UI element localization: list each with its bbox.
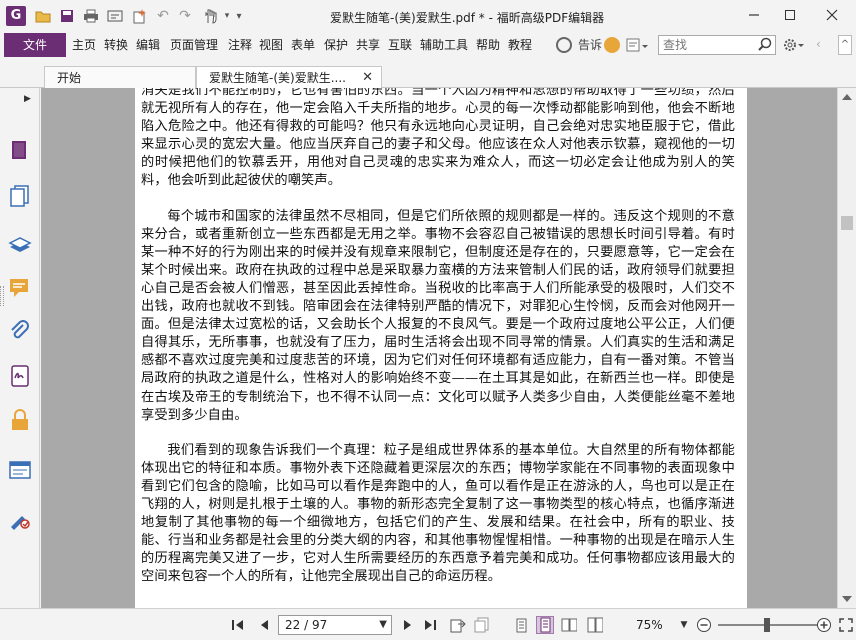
menu-tutorial[interactable]: 教程 [508, 33, 532, 57]
panel-resize-handle[interactable] [0, 286, 4, 306]
menu-connect[interactable]: 互联 [388, 33, 412, 57]
ribbon-menu-bar: 文件 主页 转换 编辑 页面管理 注释 视图 表单 保护 共享 互联 辅助工具 … [0, 33, 856, 57]
foxit-logo-icon[interactable]: G [6, 6, 26, 26]
single-page-view-icon[interactable] [512, 616, 530, 634]
find-options-icon[interactable] [626, 37, 648, 53]
lock-icon[interactable] [8, 408, 32, 432]
pdf-page: 消失是我们不能控制的，它也有害怕的东西。当一个人因为精神和思想的帮助取得了一些功… [135, 88, 747, 608]
redo-icon[interactable]: ↷ [176, 7, 194, 25]
save-icon[interactable] [58, 7, 76, 25]
comments-icon[interactable] [8, 276, 32, 300]
paragraph-3: 我们看到的现象告诉我们一个真理：粒子是组成世界体系的基本单位。大自然里的所有物体… [141, 442, 735, 585]
close-icon[interactable] [818, 4, 846, 26]
menu-protect[interactable]: 保护 [324, 33, 348, 57]
new-sparkle-icon[interactable] [130, 7, 148, 25]
continuous-view-icon[interactable] [536, 616, 554, 634]
zoom-out-icon[interactable] [696, 617, 712, 633]
last-page-icon[interactable] [422, 617, 438, 633]
document-tab-bar: 开始 爱默生随笔-(美)爱默生.... ✕ [0, 64, 856, 89]
page-dropdown-icon[interactable]: ▼ [379, 616, 387, 634]
menu-view[interactable]: 视图 [259, 33, 283, 57]
tab-document-label: 爱默生随笔-(美)爱默生.... [209, 71, 346, 85]
menu-convert[interactable]: 转换 [104, 33, 128, 57]
zoom-slider-thumb[interactable] [764, 618, 770, 632]
menu-accessibility[interactable]: 辅助工具 [420, 33, 468, 57]
facing-view-icon[interactable] [560, 616, 578, 634]
menu-home[interactable]: 主页 [72, 33, 96, 57]
menu-form[interactable]: 表单 [291, 33, 315, 57]
extract-page-icon[interactable] [450, 617, 466, 633]
ribbon-scroll-left-icon[interactable]: ‹ [816, 37, 828, 53]
print-icon[interactable] [82, 7, 100, 25]
ribbon-collapse-icon[interactable]: ^ [838, 35, 852, 55]
menu-share[interactable]: 共享 [356, 33, 380, 57]
first-page-icon[interactable] [230, 617, 246, 633]
signature-icon[interactable] [8, 364, 32, 388]
continuous-facing-view-icon[interactable] [586, 616, 604, 634]
zoom-dropdown-icon[interactable]: ▼ [676, 617, 692, 633]
expand-panel-icon[interactable]: ▶ [24, 94, 31, 104]
tell-me-icon[interactable] [556, 37, 572, 53]
attachment-icon[interactable] [8, 320, 32, 344]
zoom-level[interactable]: 75% [636, 609, 663, 640]
search-input[interactable] [659, 36, 753, 54]
open-folder-icon[interactable] [34, 7, 52, 25]
next-page-icon[interactable] [400, 617, 416, 633]
screen-icon[interactable] [106, 7, 124, 25]
scroll-down-icon[interactable] [842, 596, 852, 602]
insert-page-icon[interactable] [474, 617, 490, 633]
tab-start[interactable]: 开始 [44, 66, 196, 89]
search-field[interactable] [658, 35, 776, 55]
pages-icon[interactable] [8, 138, 32, 162]
paragraph-2: 每个城市和国家的法律虽然不尽相同，但是它们所依照的规则都是一样的。违反这个规则的… [141, 208, 735, 423]
navigation-panel: ▶ [0, 88, 40, 608]
tab-close-icon[interactable]: ✕ [362, 67, 373, 89]
zoom-in-icon[interactable] [816, 617, 832, 633]
menu-comment[interactable]: 注释 [228, 33, 252, 57]
minimize-icon[interactable] [740, 4, 768, 26]
tell-me-label[interactable]: 告诉 [578, 33, 602, 57]
fullscreen-icon[interactable] [838, 617, 854, 633]
security-user-icon[interactable] [8, 506, 32, 530]
page-number-field[interactable]: 22 / 97 ▼ [278, 615, 392, 635]
menu-help[interactable]: 帮助 [476, 33, 500, 57]
tab-start-label: 开始 [57, 71, 82, 85]
previous-page-icon[interactable] [256, 617, 272, 633]
undo-icon[interactable]: ↶ [154, 7, 172, 25]
scroll-up-icon[interactable] [842, 94, 852, 100]
form-fields-icon[interactable] [8, 458, 32, 482]
menu-page-management[interactable]: 页面管理 [170, 33, 218, 57]
tab-document[interactable]: 爱默生随笔-(美)爱默生.... ✕ [196, 66, 382, 89]
scroll-thumb[interactable] [841, 216, 853, 230]
search-icon[interactable] [757, 37, 773, 53]
file-menu-button[interactable]: 文件 [4, 33, 66, 57]
title-bar: G ↶ ↷ ▾ ▾ 爱默生随笔-(美)爱默生.pdf * - 福昕高级PDF编辑… [0, 0, 856, 32]
window-title: 爱默生随笔-(美)爱默生.pdf * - 福昕高级PDF编辑器 [330, 11, 605, 25]
feedback-heart-icon[interactable] [604, 37, 620, 53]
settings-gear-icon[interactable] [782, 36, 806, 54]
status-bar: 22 / 97 ▼ 75% ▼ [0, 608, 856, 640]
menu-edit[interactable]: 编辑 [136, 33, 160, 57]
customize-toolbar-icon[interactable]: ▾ [230, 7, 248, 25]
paragraph-1: 消失是我们不能控制的，它也有害怕的东西。当一个人因为精神和思想的帮助取得了一些功… [141, 88, 735, 189]
document-viewport[interactable]: 消失是我们不能控制的，它也有害怕的东西。当一个人因为精神和思想的帮助取得了一些功… [41, 88, 837, 608]
vertical-scrollbar[interactable] [837, 88, 856, 608]
maximize-icon[interactable] [776, 4, 804, 26]
layers-icon[interactable] [8, 232, 32, 256]
thumbnails-icon[interactable] [8, 184, 32, 208]
page-indicator: 22 / 97 [285, 618, 328, 632]
